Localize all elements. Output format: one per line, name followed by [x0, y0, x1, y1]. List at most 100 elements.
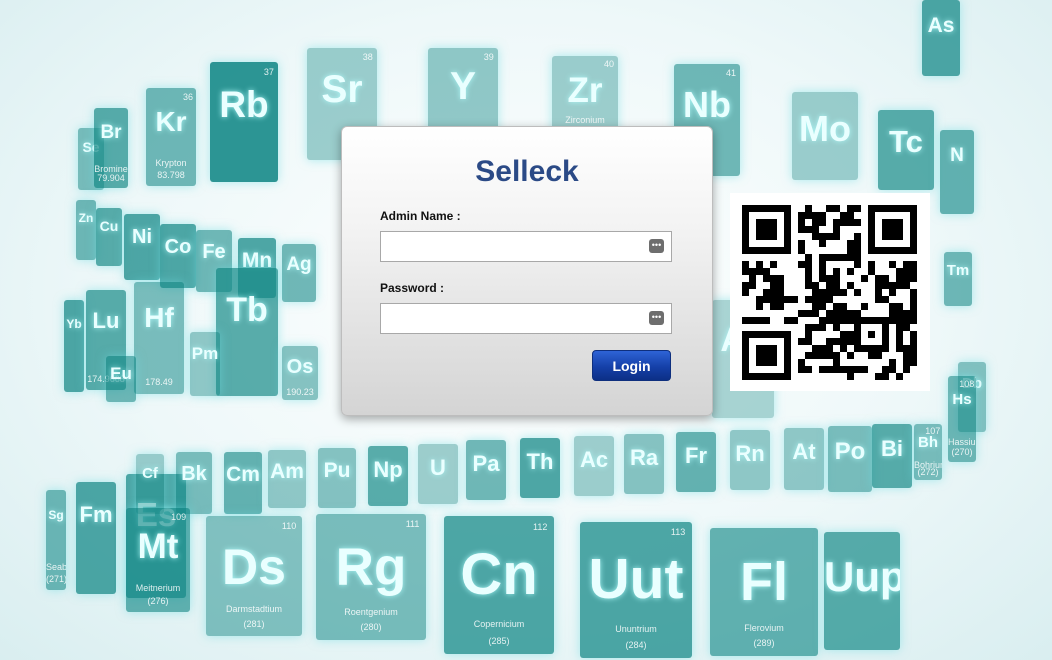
element-symbol: Nb: [683, 84, 731, 126]
element-tile: Bh107Bohrium(272): [914, 424, 942, 480]
element-name: Seaborgium: [46, 562, 66, 572]
element-symbol: As: [927, 13, 955, 37]
element-tile: At: [784, 428, 824, 490]
element-number: 40: [604, 59, 615, 70]
element-mass: (270): [951, 446, 973, 457]
element-tile: Pa: [466, 440, 506, 500]
element-tile: Ac: [574, 436, 614, 496]
admin-name-input[interactable]: [381, 232, 653, 261]
element-tile: Pm: [190, 332, 220, 396]
element-name: Copernicium: [473, 619, 525, 630]
element-tile: Tb: [216, 268, 278, 396]
element-tile: Ds 110 Darmstadtium (281): [206, 516, 302, 636]
element-symbol: Lu: [92, 308, 120, 333]
element-symbol: Rn: [735, 440, 765, 466]
element-tile: Os 190.23: [282, 346, 318, 400]
element-symbol: Hf: [144, 302, 174, 334]
element-symbol: Tc: [889, 124, 923, 160]
element-tile: Rb 37: [210, 62, 278, 182]
element-symbol: U: [430, 454, 446, 480]
element-symbol: Mt: [137, 526, 179, 566]
password-manager-key-icon[interactable]: •••: [649, 311, 664, 325]
element-symbol: Hs: [952, 391, 972, 409]
element-tile: Tc: [878, 110, 934, 190]
password-input[interactable]: [381, 304, 653, 333]
element-symbol: Am: [270, 460, 304, 484]
element-symbol: Ni: [132, 225, 152, 248]
element-symbol: Cm: [226, 463, 260, 487]
element-tile: Po: [828, 426, 872, 492]
element-tile: Ra: [624, 434, 664, 494]
element-mass: 190.23: [286, 386, 314, 397]
element-mass: (289): [753, 638, 775, 649]
element-tile: Eu: [106, 356, 136, 402]
element-name: Darmstadtium: [225, 604, 282, 615]
element-number: 113: [670, 527, 686, 538]
element-name: Meitnerium: [135, 583, 181, 594]
element-tile: Mo: [792, 92, 858, 180]
password-label: Password :: [380, 281, 445, 295]
element-symbol: Ag: [286, 254, 312, 276]
element-symbol: Eu: [110, 364, 132, 384]
element-number: 36: [182, 91, 193, 102]
element-tile: Uut 113 Ununtrium (284): [580, 522, 692, 658]
element-number: 107: [925, 426, 941, 437]
element-name: Bromine: [94, 163, 128, 174]
element-mass: (284): [625, 639, 647, 650]
login-button[interactable]: Login: [592, 350, 671, 381]
element-tile: Sg Seaborgium (271): [46, 490, 66, 590]
element-number: 108: [959, 379, 975, 390]
element-symbol: Yb: [66, 316, 82, 331]
element-tile: Th: [520, 438, 560, 498]
element-name: Krypton: [155, 158, 187, 169]
element-number: 39: [483, 51, 494, 62]
element-symbol: Bi: [881, 435, 903, 461]
element-tile: Ag: [282, 244, 316, 302]
qr-code: [730, 193, 930, 391]
element-tile: Br Bromine 79.904: [94, 108, 128, 188]
element-symbol: Fr: [685, 442, 707, 468]
element-symbol: Rg: [335, 537, 407, 597]
element-symbol: Kr: [155, 105, 187, 137]
element-symbol: Zn: [78, 210, 94, 225]
element-symbol: Pm: [191, 343, 219, 363]
element-symbol: Cu: [99, 218, 119, 235]
element-number: 38: [362, 52, 373, 63]
element-symbol: Bk: [181, 463, 207, 486]
element-tile: Ni: [124, 214, 160, 280]
element-symbol: Sg: [48, 508, 64, 522]
element-tile: Cm: [224, 452, 262, 514]
admin-name-label: Admin Name :: [380, 209, 461, 223]
element-number: 111: [405, 519, 420, 530]
element-symbol: Sr: [321, 68, 363, 112]
element-tile: Cn 112 Copernicium (285): [444, 516, 554, 654]
element-tile: Yb: [64, 300, 84, 392]
element-symbol: Np: [373, 456, 403, 482]
element-tile: Rg 111 Roentgenium (280): [316, 514, 426, 640]
element-name: Hassium: [948, 436, 976, 447]
brand-title: Selleck: [475, 155, 579, 188]
element-name: Roentgenium: [344, 607, 398, 618]
element-tile: Uup: [824, 532, 900, 650]
element-symbol: Uup: [824, 553, 900, 601]
element-symbol: Pu: [323, 458, 351, 482]
element-tile: Hf 178.49: [134, 282, 184, 394]
element-name: Zirconium: [565, 114, 605, 125]
element-tile: Tm: [944, 252, 972, 306]
element-name: Flerovium: [744, 622, 784, 633]
element-tile: Hs108 Hassium(270): [948, 376, 976, 462]
password-manager-key-icon[interactable]: •••: [649, 239, 664, 253]
element-symbol: Th: [526, 448, 554, 474]
element-mass: (285): [488, 635, 510, 646]
element-symbol: Br: [100, 122, 122, 144]
element-symbol: Co: [164, 235, 192, 258]
element-tile: Pu: [318, 448, 356, 508]
element-tile: Am: [268, 450, 306, 508]
element-number: 110: [281, 520, 297, 531]
element-name: Ununtrium: [615, 623, 657, 634]
element-number: 37: [263, 66, 274, 77]
element-tile: Kr 36 Krypton 83.798: [146, 88, 196, 186]
element-tile: Zn: [76, 200, 96, 260]
element-symbol: Ac: [579, 446, 609, 472]
element-mass: 178.49: [145, 377, 173, 388]
